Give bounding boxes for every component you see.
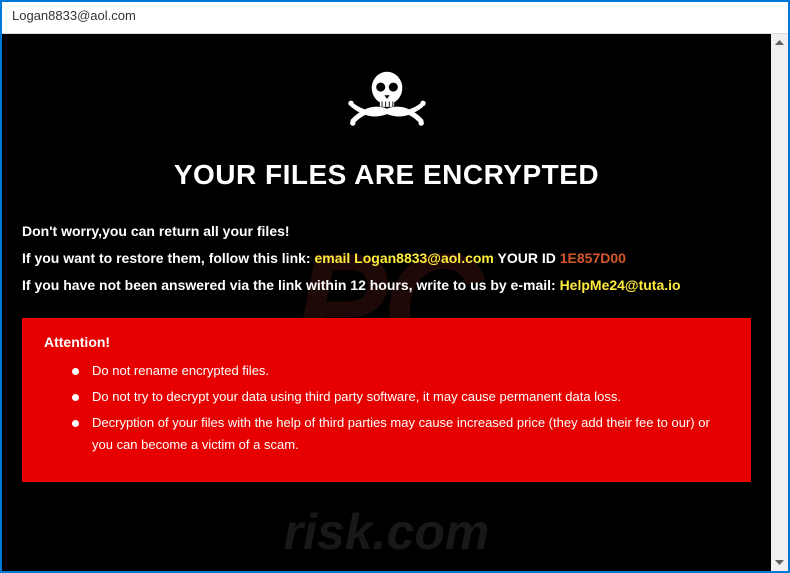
- attention-item: Do not rename encrypted files.: [72, 360, 729, 382]
- watermark-sub: risk.com: [284, 503, 490, 561]
- your-id-value: 1E857D00: [560, 250, 626, 266]
- scroll-up-arrow-icon[interactable]: [771, 34, 788, 51]
- your-id-label: YOUR ID: [494, 250, 560, 266]
- attention-item: Decryption of your files with the help o…: [72, 412, 729, 456]
- vertical-scrollbar[interactable]: [771, 34, 788, 571]
- message-line-3: If you have not been answered via the li…: [22, 275, 751, 296]
- attention-item: Do not try to decrypt your data using th…: [72, 386, 729, 408]
- window-titlebar: Logan8833@aol.com: [2, 2, 788, 34]
- line2-email-label: email: [314, 250, 354, 266]
- attention-title: Attention!: [44, 334, 729, 350]
- attention-list: Do not rename encrypted files. Do not tr…: [44, 360, 729, 456]
- contact-email-secondary: HelpMe24@tuta.io: [560, 277, 681, 293]
- line2-prefix: If you want to restore them, follow this…: [22, 250, 314, 266]
- main-heading: YOUR FILES ARE ENCRYPTED: [22, 159, 751, 191]
- scroll-down-arrow-icon[interactable]: [771, 554, 788, 571]
- message-line-1: Don't worry,you can return all your file…: [22, 221, 751, 242]
- main-content: PC risk.com: [2, 34, 771, 571]
- pirate-skull-icon: [342, 64, 432, 139]
- line3-prefix: If you have not been answered via the li…: [22, 277, 560, 293]
- content-wrapper: PC risk.com: [2, 34, 788, 571]
- skull-logo: [22, 64, 751, 144]
- message-line-2: If you want to restore them, follow this…: [22, 248, 751, 269]
- window-title: Logan8833@aol.com: [12, 8, 136, 23]
- contact-email-primary: Logan8833@aol.com: [354, 250, 494, 266]
- attention-box: Attention! Do not rename encrypted files…: [22, 318, 751, 482]
